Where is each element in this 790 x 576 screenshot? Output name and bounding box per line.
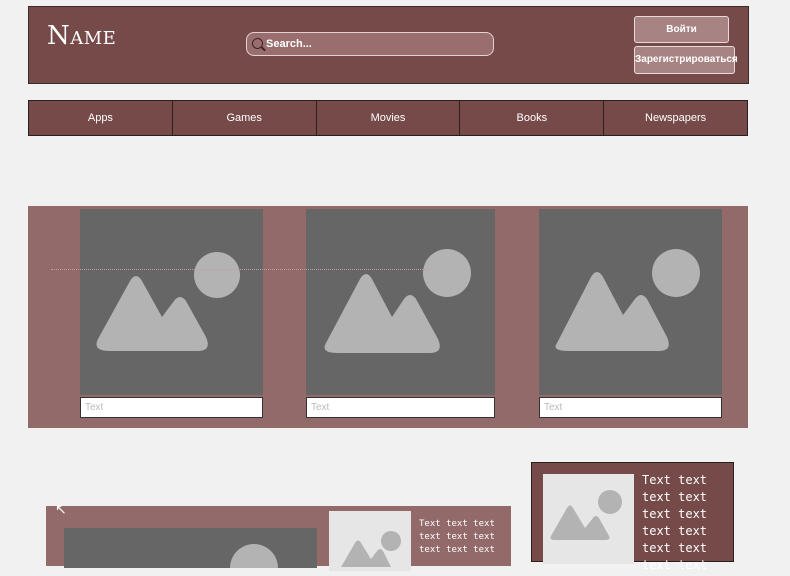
search-icon	[252, 38, 263, 49]
image-placeholder-icon	[555, 249, 700, 351]
login-button[interactable]: Войти	[634, 16, 729, 43]
nav-item-newspapers[interactable]: Newspapers	[604, 101, 747, 135]
search-input[interactable]	[266, 36, 486, 52]
gallery-card[interactable]: Text	[306, 209, 495, 421]
image-placeholder-icon	[96, 252, 240, 351]
card-image	[539, 209, 722, 395]
card-caption: Text	[80, 397, 263, 418]
side-thumbnail	[543, 474, 634, 564]
panel-thumbnail	[329, 511, 411, 571]
image-placeholder-icon	[324, 249, 471, 353]
gallery-card[interactable]: Text	[80, 209, 263, 421]
card-image	[306, 209, 495, 395]
panel-text: Text text text text text text text text …	[419, 519, 495, 555]
search-bar[interactable]	[246, 32, 494, 56]
nav-item-movies[interactable]: Movies	[317, 101, 461, 135]
nav-item-games[interactable]: Games	[173, 101, 317, 135]
site-logo[interactable]: Name	[47, 21, 116, 51]
guide-line	[51, 269, 431, 270]
gallery-card[interactable]: Text	[539, 209, 722, 421]
content-panel: ↖ Text text text text text text text tex…	[46, 501, 511, 576]
image-placeholder-icon	[230, 544, 278, 576]
arrow-up-left-icon[interactable]: ↖	[55, 501, 67, 518]
nav-item-books[interactable]: Books	[460, 101, 605, 135]
main-nav: Apps Games Movies Books Newspapers	[28, 100, 748, 136]
side-text: Text text text text text text text text …	[642, 473, 708, 572]
panel-image	[64, 528, 317, 576]
card-image	[80, 209, 263, 395]
card-caption: Text	[539, 397, 722, 418]
register-button[interactable]: Зарегистрироваться	[634, 46, 738, 74]
card-caption: Text	[306, 397, 495, 418]
image-placeholder-icon	[341, 531, 401, 567]
site-header: Name Войти Зарегистрироваться	[28, 6, 749, 84]
image-placeholder-icon	[550, 490, 622, 540]
side-card: Text text text text text text text text …	[531, 462, 734, 572]
featured-gallery: Text Text Text	[28, 206, 748, 428]
nav-item-apps[interactable]: Apps	[29, 101, 173, 135]
